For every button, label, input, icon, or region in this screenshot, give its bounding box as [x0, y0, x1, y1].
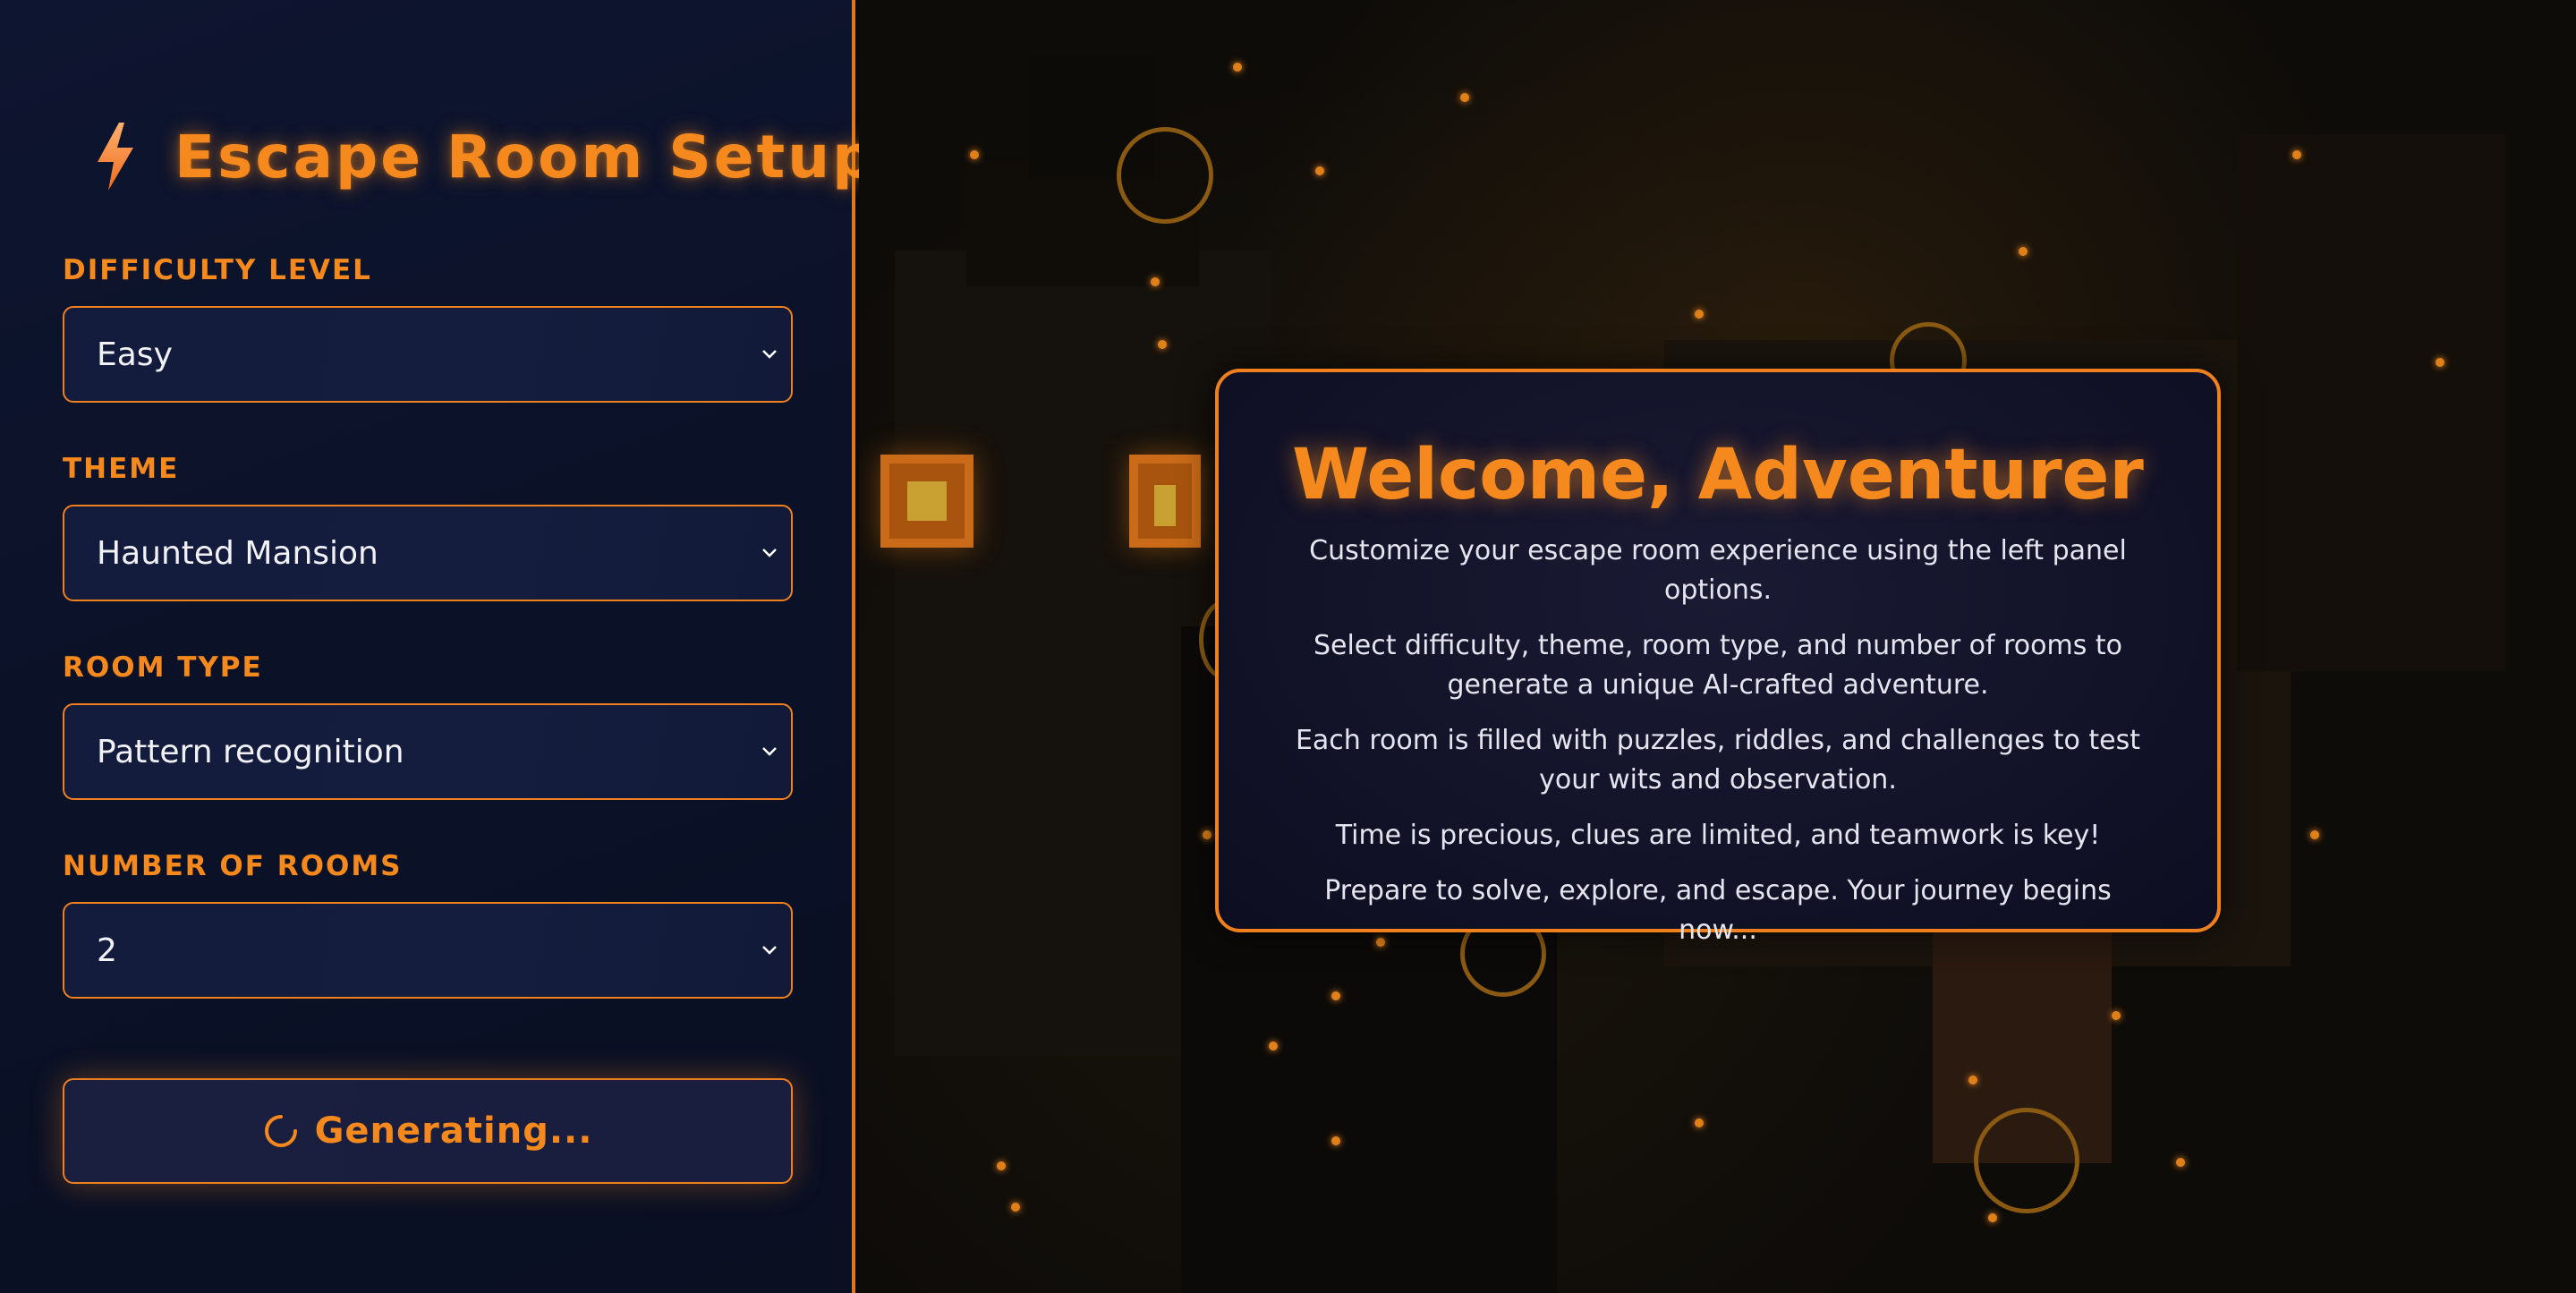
- theme-select[interactable]: Haunted Mansion: [63, 505, 793, 601]
- welcome-paragraph: Select difficulty, theme, room type, and…: [1313, 630, 2123, 701]
- ember-dot: [1968, 1076, 1977, 1085]
- room-type-value: Pattern recognition: [97, 733, 404, 770]
- panel-header: Escape Room Setup: [94, 116, 877, 197]
- ember-dot: [2176, 1158, 2185, 1167]
- welcome-paragraph: Prepare to solve, explore, and escape. Y…: [1324, 875, 2112, 946]
- ember-dot: [1695, 1119, 1704, 1127]
- ring-decoration: [1974, 1108, 2079, 1213]
- ember-dot: [1158, 340, 1167, 349]
- difficulty-label: DIFFICULTY LEVEL: [63, 254, 372, 286]
- room-type-select[interactable]: Pattern recognition: [63, 703, 793, 800]
- ember-dot: [2019, 247, 2028, 256]
- chevron-down-icon: [762, 350, 777, 359]
- chevron-down-icon: [762, 549, 777, 557]
- spinner-icon: [264, 1115, 297, 1147]
- welcome-title: Welcome, Adventurer: [1292, 435, 2144, 515]
- welcome-paragraph: Each room is filled with puzzles, riddle…: [1295, 725, 2141, 795]
- setup-panel: Escape Room Setup DIFFICULTY LEVEL Easy …: [0, 0, 874, 1293]
- panel-title: Escape Room Setup: [174, 122, 878, 191]
- ember-dot: [2292, 150, 2301, 159]
- generate-button-label: Generating...: [314, 1110, 593, 1152]
- ember-dot: [1331, 991, 1340, 1000]
- ember-dot: [1269, 1042, 1278, 1051]
- window-light: [1129, 455, 1201, 548]
- window-light: [880, 455, 973, 548]
- ember-dot: [1011, 1203, 1020, 1212]
- ember-dot: [1460, 93, 1469, 102]
- rooms-label: NUMBER OF ROOMS: [63, 850, 403, 882]
- chevron-down-icon: [762, 747, 777, 756]
- lightning-bolt-icon: [98, 123, 133, 191]
- ember-dot: [1203, 830, 1211, 839]
- rooms-value: 2: [97, 931, 117, 969]
- ember-dot: [1988, 1213, 1997, 1222]
- ember-dot: [1695, 310, 1704, 319]
- theme-label: THEME: [63, 453, 180, 485]
- ember-dot: [1331, 1136, 1340, 1145]
- pixel-block: [2237, 134, 2505, 671]
- ember-dot: [1151, 277, 1160, 286]
- room-type-label: ROOM TYPE: [63, 651, 263, 684]
- chevron-down-icon: [762, 946, 777, 955]
- difficulty-select[interactable]: Easy: [63, 306, 793, 403]
- rooms-select[interactable]: 2: [63, 902, 793, 999]
- ember-dot: [970, 150, 979, 159]
- welcome-paragraph: Customize your escape room experience us…: [1309, 535, 2127, 606]
- ember-dot: [2436, 358, 2444, 367]
- ember-dot: [2112, 1011, 2121, 1020]
- generate-button[interactable]: Generating...: [63, 1078, 793, 1184]
- ember-dot: [1315, 166, 1324, 175]
- ember-dot: [1233, 63, 1242, 72]
- ember-dot: [997, 1161, 1006, 1170]
- ember-dot: [2310, 830, 2319, 839]
- difficulty-value: Easy: [97, 336, 173, 373]
- welcome-paragraph: Time is precious, clues are limited, and…: [1335, 820, 2101, 851]
- welcome-card: Welcome, Adventurer Customize your escap…: [1215, 369, 2221, 946]
- ring-decoration: [1117, 127, 1213, 224]
- theme-value: Haunted Mansion: [97, 534, 378, 572]
